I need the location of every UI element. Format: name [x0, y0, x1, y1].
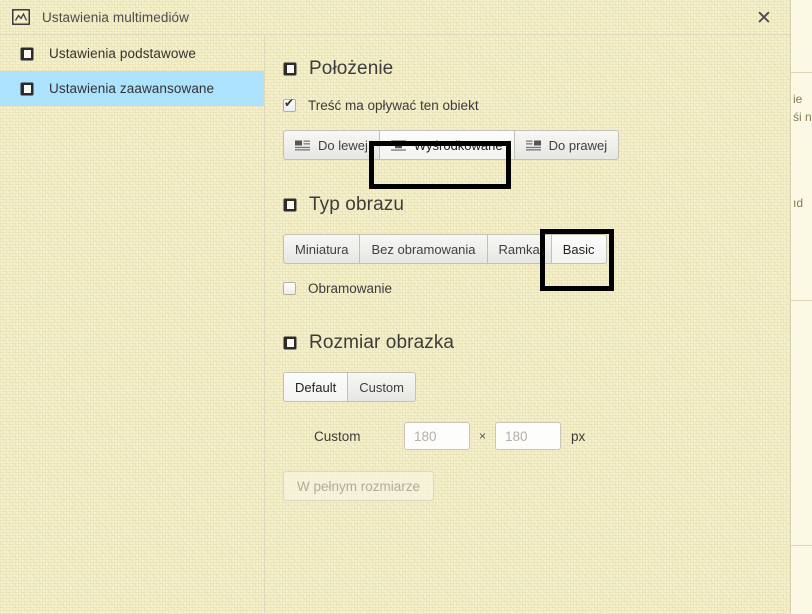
image-icon — [11, 8, 31, 26]
align-left-icon — [295, 140, 310, 151]
position-section-header: Położenie — [283, 58, 790, 80]
image-size-section-header: Rozmiar obrazka — [283, 332, 790, 354]
align-center-icon — [390, 139, 406, 151]
align-right-label: Do prawej — [548, 137, 608, 153]
image-size-title: Rozmiar obrazka — [309, 332, 455, 353]
border-checkbox[interactable] — [283, 282, 296, 295]
dialog-title: Ustawienia multimediów — [42, 9, 190, 25]
alignment-button-group: Do lewej Wyśrodkowane Do prawej — [283, 130, 620, 160]
image-type-section-header: Typ obrazu — [283, 194, 790, 216]
close-icon[interactable]: ✕ — [752, 6, 776, 30]
sidebar-item-label: Ustawienia zaawansowane — [49, 81, 215, 96]
border-label: Obramowanie — [308, 281, 393, 296]
border-checkbox-row[interactable]: Obramowanie — [283, 281, 790, 296]
panel-icon — [20, 82, 34, 96]
size-unit-label: px — [571, 428, 586, 444]
image-size-button-group: Default Custom — [283, 372, 416, 402]
background-text-fragment-2: śi n — [793, 110, 812, 124]
type-borderless-button[interactable]: Bez obramowania — [359, 234, 487, 264]
page-title: Położenie — [309, 58, 394, 79]
align-right-icon — [525, 140, 541, 151]
panel-icon — [283, 198, 297, 212]
width-input[interactable] — [404, 422, 470, 450]
panel-icon — [20, 47, 34, 61]
align-left-button[interactable]: Do lewej — [283, 130, 379, 160]
settings-content-pane: Położenie Treść ma opływać ten obiekt Do… — [266, 36, 790, 614]
custom-size-row: Custom × px — [314, 422, 790, 450]
dialog-title-bar: Ustawienia multimediów ✕ — [0, 0, 790, 35]
wrap-text-checkbox-row[interactable]: Treść ma opływać ten obiekt — [283, 97, 790, 113]
align-left-label: Do lewej — [318, 137, 368, 153]
background-text-fragment-1: ie — [793, 92, 803, 106]
sidebar-item-advanced-settings[interactable]: Ustawienia zaawansowane — [0, 71, 264, 106]
align-center-button[interactable]: Wyśrodkowane — [378, 130, 514, 160]
image-type-button-group: Miniatura Bez obramowania Ramka Basic — [283, 234, 607, 264]
panel-icon — [283, 336, 297, 350]
type-frame-button[interactable]: Ramka — [486, 234, 551, 264]
type-basic-button[interactable]: Basic — [550, 234, 607, 264]
sidebar-item-basic-settings[interactable]: Ustawienia podstawowe — [0, 36, 264, 71]
custom-size-label: Custom — [314, 428, 361, 444]
background-separator-3 — [791, 545, 812, 546]
full-size-button[interactable]: W pełnym rozmiarze — [283, 471, 435, 501]
background-text-fragment-3: ıd — [793, 196, 804, 210]
size-default-button[interactable]: Default — [283, 372, 348, 402]
panel-icon — [283, 62, 297, 76]
sidebar-item-label: Ustawienia podstawowe — [49, 46, 196, 61]
background-separator-2 — [791, 300, 812, 301]
size-custom-button[interactable]: Custom — [347, 372, 416, 402]
align-center-label: Wyśrodkowane — [413, 137, 503, 153]
background-page-edge: ie śi n ıd — [790, 0, 812, 614]
wrap-text-label: Treść ma opływać ten obiekt — [308, 98, 479, 113]
settings-sidebar: Ustawienia podstawowe Ustawienia zaawans… — [0, 36, 265, 614]
align-right-button[interactable]: Do prawej — [513, 130, 620, 160]
height-input[interactable] — [495, 422, 562, 450]
size-separator: × — [479, 429, 487, 443]
background-separator-1 — [791, 72, 812, 73]
wrap-text-checkbox[interactable] — [283, 97, 296, 112]
image-type-title: Typ obrazu — [309, 194, 404, 215]
type-thumbnail-button[interactable]: Miniatura — [283, 234, 360, 264]
